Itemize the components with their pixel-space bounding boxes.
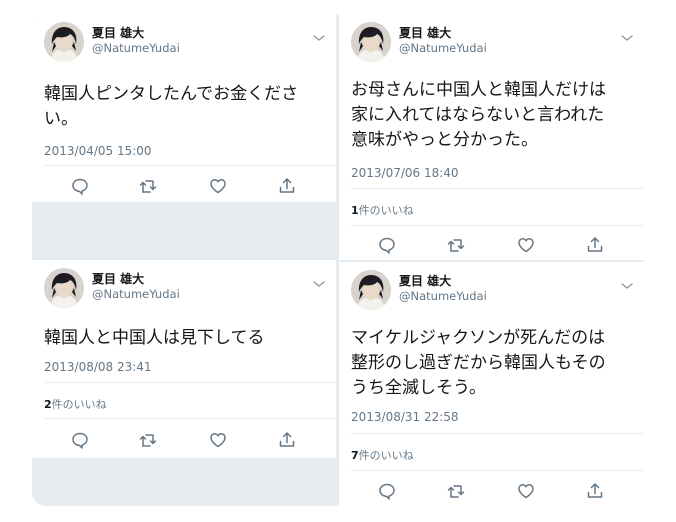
like-count[interactable]: 7件のいいね (351, 447, 414, 463)
tweet-card[interactable]: 夏目 雄大 @NatumeYudai 韓国人と中国人は見下してる 2013/08… (32, 260, 336, 458)
divider (44, 165, 336, 166)
display-name[interactable]: 夏目 雄大 (399, 24, 451, 41)
tweet-timestamp[interactable]: 2013/04/05 15:00 (44, 144, 152, 158)
tweet-card[interactable]: 夏目 雄大 @NatumeYudai 韓国人ピンタしたんでお金くださ い。 20… (32, 14, 336, 202)
user-handle[interactable]: @NatumeYudai (92, 41, 180, 55)
like-count-label: 件のいいね (358, 449, 414, 462)
heart-icon[interactable] (208, 176, 228, 196)
reply-icon[interactable] (377, 235, 397, 255)
chevron-down-icon[interactable] (312, 28, 326, 38)
tweet-collage: 夏目 雄大 @NatumeYudai 韓国人ピンタしたんでお金くださ い。 20… (32, 14, 644, 506)
heart-icon[interactable] (208, 430, 228, 450)
tweet-timestamp[interactable]: 2013/07/06 18:40 (351, 166, 459, 180)
tweet-card[interactable]: 夏目 雄大 @NatumeYudai お母さんに中国人と韓国人だけは 家に入れて… (339, 14, 644, 260)
avatar[interactable] (44, 22, 84, 62)
like-count[interactable]: 1件のいいね (351, 202, 414, 218)
display-name[interactable]: 夏目 雄大 (399, 272, 451, 289)
divider (44, 382, 336, 383)
share-icon[interactable] (277, 430, 297, 450)
avatar[interactable] (44, 268, 84, 308)
tweet-text: お母さんに中国人と韓国人だけは 家に入れてはならないと言われた 意味がやっと分か… (351, 80, 606, 150)
retweet-icon[interactable] (446, 235, 466, 255)
divider (351, 470, 644, 471)
chevron-down-icon[interactable] (620, 276, 634, 286)
like-count-label: 件のいいね (51, 398, 107, 411)
user-handle[interactable]: @NatumeYudai (399, 289, 487, 303)
divider (351, 188, 644, 189)
tweet-timestamp[interactable]: 2013/08/08 23:41 (44, 360, 152, 374)
tweet-timestamp[interactable]: 2013/08/31 22:58 (351, 410, 459, 424)
reply-icon[interactable] (377, 481, 397, 501)
tweet-text: マイケルジャクソンが死んだのは 整形のし過ぎだから韓国人もその うち全滅しそう。 (351, 328, 606, 398)
like-count-label: 件のいいね (358, 204, 414, 217)
tweet-actions (32, 430, 336, 450)
avatar[interactable] (351, 22, 391, 62)
reply-icon[interactable] (70, 176, 90, 196)
tweet-actions (32, 176, 336, 196)
tweet-card[interactable]: 夏目 雄大 @NatumeYudai マイケルジャクソンが死んだのは 整形のし過… (339, 262, 644, 506)
divider (351, 433, 644, 434)
share-icon[interactable] (585, 481, 605, 501)
divider (351, 225, 644, 226)
heart-icon[interactable] (516, 235, 536, 255)
tweet-actions (339, 481, 644, 501)
heart-icon[interactable] (516, 481, 536, 501)
retweet-icon[interactable] (138, 176, 158, 196)
like-count-number: 7 (351, 449, 359, 462)
avatar[interactable] (351, 270, 391, 310)
display-name[interactable]: 夏目 雄大 (92, 270, 144, 287)
retweet-icon[interactable] (446, 481, 466, 501)
share-icon[interactable] (277, 176, 297, 196)
like-count-number: 2 (44, 398, 52, 411)
tweet-text: 韓国人ピンタしたんでお金くださ い。 (44, 84, 299, 129)
tweet-actions (339, 235, 644, 255)
share-icon[interactable] (585, 235, 605, 255)
like-count-number: 1 (351, 204, 359, 217)
tweet-text: 韓国人と中国人は見下してる (44, 328, 265, 348)
chevron-down-icon[interactable] (620, 28, 634, 38)
user-handle[interactable]: @NatumeYudai (92, 287, 180, 301)
retweet-icon[interactable] (138, 430, 158, 450)
chevron-down-icon[interactable] (312, 274, 326, 284)
display-name[interactable]: 夏目 雄大 (92, 24, 144, 41)
like-count[interactable]: 2件のいいね (44, 396, 107, 412)
reply-icon[interactable] (70, 430, 90, 450)
divider (44, 418, 336, 419)
user-handle[interactable]: @NatumeYudai (399, 41, 487, 55)
